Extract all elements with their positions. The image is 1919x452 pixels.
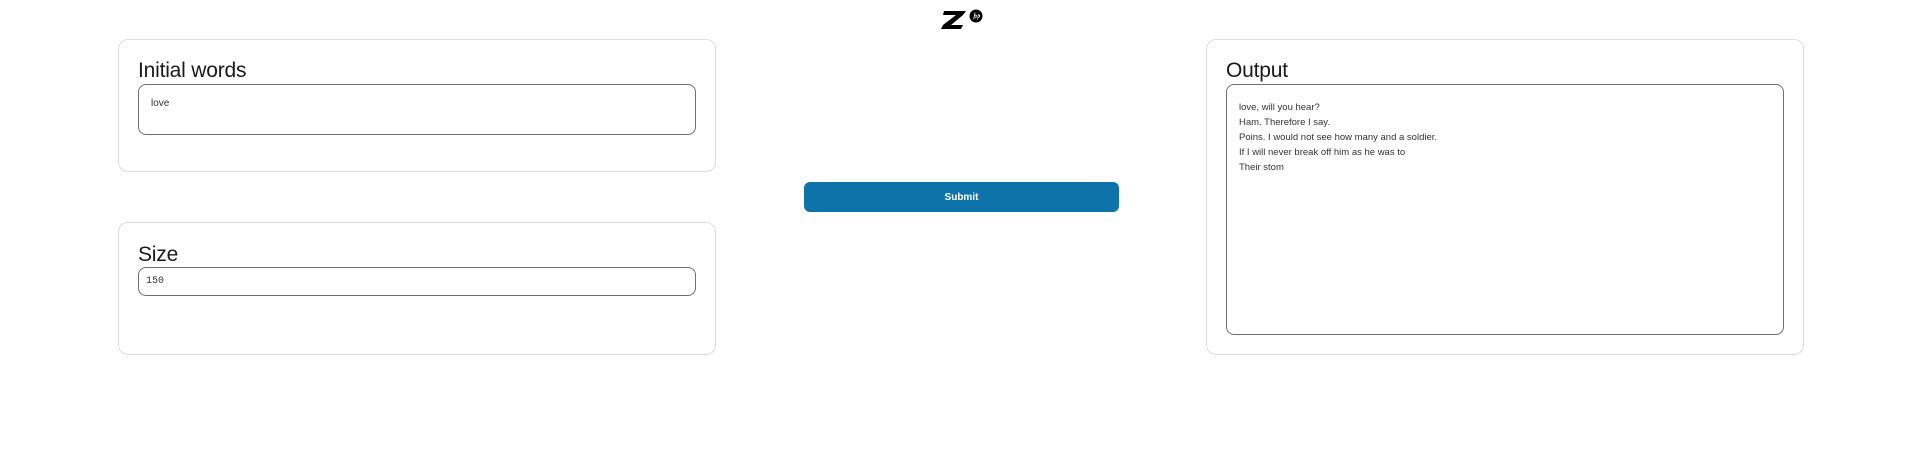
app-page: Initial words love Size Submit Output lo…	[0, 0, 1919, 452]
output-line: Ham. Therefore I say.	[1239, 117, 1330, 128]
initial-words-label: Initial words	[138, 59, 247, 82]
size-input[interactable]	[138, 267, 696, 296]
size-label: Size	[138, 243, 179, 266]
initial-words-input[interactable]: love	[138, 84, 696, 135]
initial-words-card: Initial words love	[118, 39, 716, 172]
output-card: Output love, will you hear? Ham. Therefo…	[1206, 39, 1804, 355]
output-line: If I will never break off him as he was …	[1239, 147, 1406, 158]
output-line: Their stom	[1239, 162, 1284, 173]
output-line: Poins. I would not see how many and a so…	[1239, 132, 1438, 143]
output-label: Output	[1226, 59, 1288, 82]
output-textbox[interactable]: love, will you hear? Ham. Therefore I sa…	[1226, 84, 1784, 335]
z-by-hp-logo-icon	[941, 9, 983, 29]
output-line: love, will you hear?	[1239, 102, 1320, 113]
submit-button[interactable]: Submit	[804, 182, 1119, 212]
size-card: Size	[118, 222, 716, 355]
